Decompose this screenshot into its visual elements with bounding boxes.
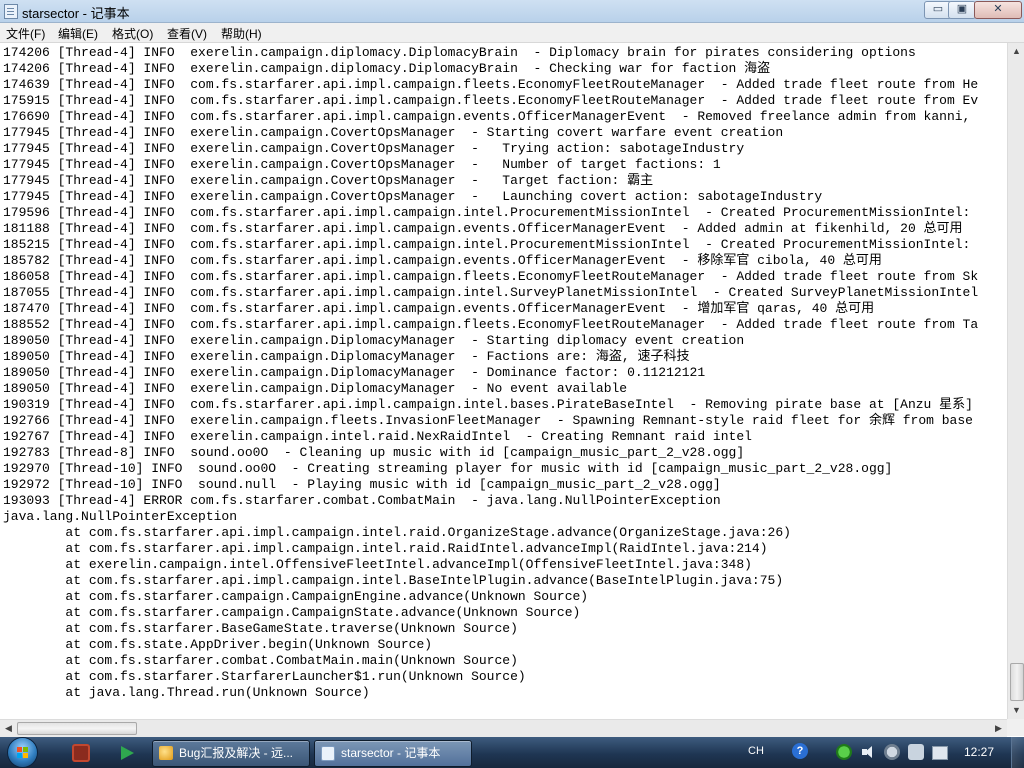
action-center-icon[interactable]: [932, 746, 948, 760]
horizontal-scrollbar[interactable]: ◀ ▶: [0, 719, 1007, 737]
vertical-scroll-thumb[interactable]: [1010, 663, 1024, 701]
maximize-button[interactable]: ▣: [948, 1, 976, 19]
log-line: 187470 [Thread-4] INFO com.fs.starfarer.…: [3, 301, 875, 316]
log-line: at exerelin.campaign.intel.OffensiveFlee…: [3, 557, 752, 572]
close-button[interactable]: ✕: [974, 1, 1022, 19]
taskbar-item-label: starsector - 记事本: [341, 746, 441, 760]
media-player-icon[interactable]: [118, 744, 136, 762]
log-line: 189050 [Thread-4] INFO exerelin.campaign…: [3, 365, 706, 380]
log-line: 177945 [Thread-4] INFO exerelin.campaign…: [3, 157, 721, 172]
menu-help[interactable]: 帮助(H): [221, 25, 262, 42]
taskbar-item-label: Bug汇报及解决 - 远...: [179, 746, 294, 760]
menu-format[interactable]: 格式(O): [112, 25, 153, 42]
tray-app-icon[interactable]: [908, 744, 924, 760]
scrollbar-corner: [1007, 719, 1024, 736]
log-line: 192783 [Thread-8] INFO sound.oo0O - Clea…: [3, 445, 745, 460]
log-line: 185215 [Thread-4] INFO com.fs.starfarer.…: [3, 237, 979, 252]
log-line: 177945 [Thread-4] INFO exerelin.campaign…: [3, 141, 745, 156]
menu-bar: 文件(F) 编辑(E) 格式(O) 查看(V) 帮助(H): [0, 23, 1024, 43]
log-line: 192972 [Thread-10] INFO sound.null - Pla…: [3, 477, 721, 492]
window-title: starsector - 记事本: [22, 6, 130, 21]
horizontal-scroll-thumb[interactable]: [17, 722, 137, 735]
taskbar-item-browser[interactable]: Bug汇报及解决 - 远...: [152, 740, 310, 767]
log-line: 174206 [Thread-4] INFO exerelin.campaign…: [3, 61, 771, 76]
taskbar-item-notepad[interactable]: starsector - 记事本: [314, 740, 472, 767]
log-line: at com.fs.starfarer.StarfarerLauncher$1.…: [3, 669, 526, 684]
taskbar: Bug汇报及解决 - 远... starsector - 记事本 CH ? 12…: [0, 737, 1024, 768]
network-icon[interactable]: [884, 744, 900, 760]
log-line: 192766 [Thread-4] INFO exerelin.campaign…: [3, 413, 973, 428]
browser-icon: [159, 746, 173, 760]
scroll-down-button[interactable]: ▼: [1008, 702, 1024, 719]
log-line: java.lang.NullPointerException: [3, 509, 238, 524]
log-line: 174206 [Thread-4] INFO exerelin.campaign…: [3, 45, 916, 60]
notepad-icon: [4, 4, 18, 19]
log-line: 189050 [Thread-4] INFO exerelin.campaign…: [3, 381, 628, 396]
scroll-left-button[interactable]: ◀: [0, 720, 17, 737]
window-title-bar[interactable]: starsector - 记事本 ▭ ▣ ✕: [0, 0, 1024, 23]
log-line: 177945 [Thread-4] INFO exerelin.campaign…: [3, 125, 784, 140]
log-line: 176690 [Thread-4] INFO com.fs.starfarer.…: [3, 109, 971, 124]
help-icon[interactable]: ?: [792, 743, 808, 759]
log-line: at com.fs.starfarer.combat.CombatMain.ma…: [3, 653, 518, 668]
add-icon[interactable]: [836, 744, 852, 760]
log-line: 179596 [Thread-4] INFO com.fs.starfarer.…: [3, 205, 979, 220]
volume-icon[interactable]: [860, 744, 876, 760]
log-line: 175915 [Thread-4] INFO com.fs.starfarer.…: [3, 93, 979, 108]
log-line: 187055 [Thread-4] INFO com.fs.starfarer.…: [3, 285, 979, 300]
log-line: at com.fs.starfarer.campaign.CampaignSta…: [3, 605, 581, 620]
language-indicator[interactable]: CH: [748, 745, 764, 757]
log-line: 186058 [Thread-4] INFO com.fs.starfarer.…: [3, 269, 979, 284]
log-line: 192970 [Thread-10] INFO sound.oo0O - Cre…: [3, 461, 893, 476]
menu-view[interactable]: 查看(V): [167, 25, 207, 42]
log-line: at com.fs.starfarer.BaseGameState.traver…: [3, 621, 518, 636]
log-line: 193093 [Thread-4] ERROR com.fs.starfarer…: [3, 493, 721, 508]
log-line: 188552 [Thread-4] INFO com.fs.starfarer.…: [3, 317, 979, 332]
game-launcher-icon[interactable]: [72, 744, 90, 762]
vertical-scrollbar[interactable]: ▲ ▼: [1007, 43, 1024, 719]
text-editor[interactable]: 174206 [Thread-4] INFO exerelin.campaign…: [0, 43, 1007, 719]
log-line: at com.fs.state.AppDriver.begin(Unknown …: [3, 637, 433, 652]
menu-file[interactable]: 文件(F): [6, 25, 45, 42]
log-line: 190319 [Thread-4] INFO com.fs.starfarer.…: [3, 397, 973, 412]
show-desktop-button[interactable]: [1011, 737, 1024, 768]
scroll-up-button[interactable]: ▲: [1008, 43, 1024, 60]
start-button[interactable]: [8, 738, 37, 767]
log-line: at com.fs.starfarer.campaign.CampaignEng…: [3, 589, 589, 604]
log-line: 177945 [Thread-4] INFO exerelin.campaign…: [3, 173, 654, 188]
log-line: 185782 [Thread-4] INFO com.fs.starfarer.…: [3, 253, 882, 268]
log-text: 174206 [Thread-4] INFO exerelin.campaign…: [0, 43, 1007, 701]
log-line: 189050 [Thread-4] INFO exerelin.campaign…: [3, 333, 745, 348]
clock[interactable]: 12:27: [964, 745, 994, 759]
log-line: at com.fs.starfarer.api.impl.campaign.in…: [3, 541, 768, 556]
log-line: 189050 [Thread-4] INFO exerelin.campaign…: [3, 349, 690, 364]
log-line: 181188 [Thread-4] INFO com.fs.starfarer.…: [3, 221, 963, 236]
notepad-icon: [321, 746, 335, 761]
log-line: at com.fs.starfarer.api.impl.campaign.in…: [3, 525, 791, 540]
menu-edit[interactable]: 编辑(E): [58, 25, 98, 42]
log-line: 174639 [Thread-4] INFO com.fs.starfarer.…: [3, 77, 979, 92]
log-line: 192767 [Thread-4] INFO exerelin.campaign…: [3, 429, 752, 444]
scroll-right-button[interactable]: ▶: [990, 720, 1007, 737]
log-line: at java.lang.Thread.run(Unknown Source): [3, 685, 370, 700]
log-line: at com.fs.starfarer.api.impl.campaign.in…: [3, 573, 784, 588]
log-line: 177945 [Thread-4] INFO exerelin.campaign…: [3, 189, 823, 204]
